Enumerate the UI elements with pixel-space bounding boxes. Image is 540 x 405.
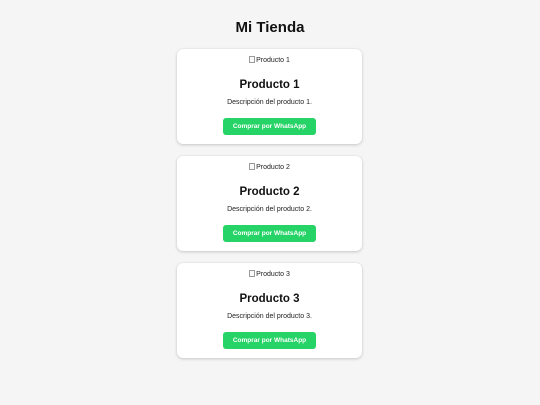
product-image: Producto 3 xyxy=(177,270,362,280)
buy-whatsapp-button[interactable]: Comprar por WhatsApp xyxy=(223,225,316,242)
broken-image-icon xyxy=(249,163,256,170)
broken-image-icon xyxy=(249,270,256,277)
product-image-alt-text: Producto 2 xyxy=(256,164,290,171)
product-card: Producto 1 Producto 1 Descripción del pr… xyxy=(177,49,362,144)
product-image-alt-text: Producto 1 xyxy=(256,57,290,64)
buy-whatsapp-button[interactable]: Comprar por WhatsApp xyxy=(223,332,316,349)
broken-image-icon xyxy=(249,56,256,63)
product-image: Producto 1 xyxy=(177,56,362,66)
product-name: Producto 2 xyxy=(239,186,300,198)
product-description: Descripción del producto 2. xyxy=(227,206,312,213)
store-page: Mi Tienda Producto 1 Producto 1 Descripc… xyxy=(0,0,540,405)
product-card: Producto 2 Producto 2 Descripción del pr… xyxy=(177,156,362,251)
page-title: Mi Tienda xyxy=(235,19,305,36)
product-description: Descripción del producto 1. xyxy=(227,99,312,106)
buy-whatsapp-button[interactable]: Comprar por WhatsApp xyxy=(223,118,316,135)
product-image-alt-text: Producto 3 xyxy=(256,271,290,278)
product-card: Producto 3 Producto 3 Descripción del pr… xyxy=(177,263,362,358)
product-name: Producto 3 xyxy=(239,293,300,305)
product-name: Producto 1 xyxy=(239,79,300,91)
product-description: Descripción del producto 3. xyxy=(227,313,312,320)
product-image: Producto 2 xyxy=(177,163,362,173)
